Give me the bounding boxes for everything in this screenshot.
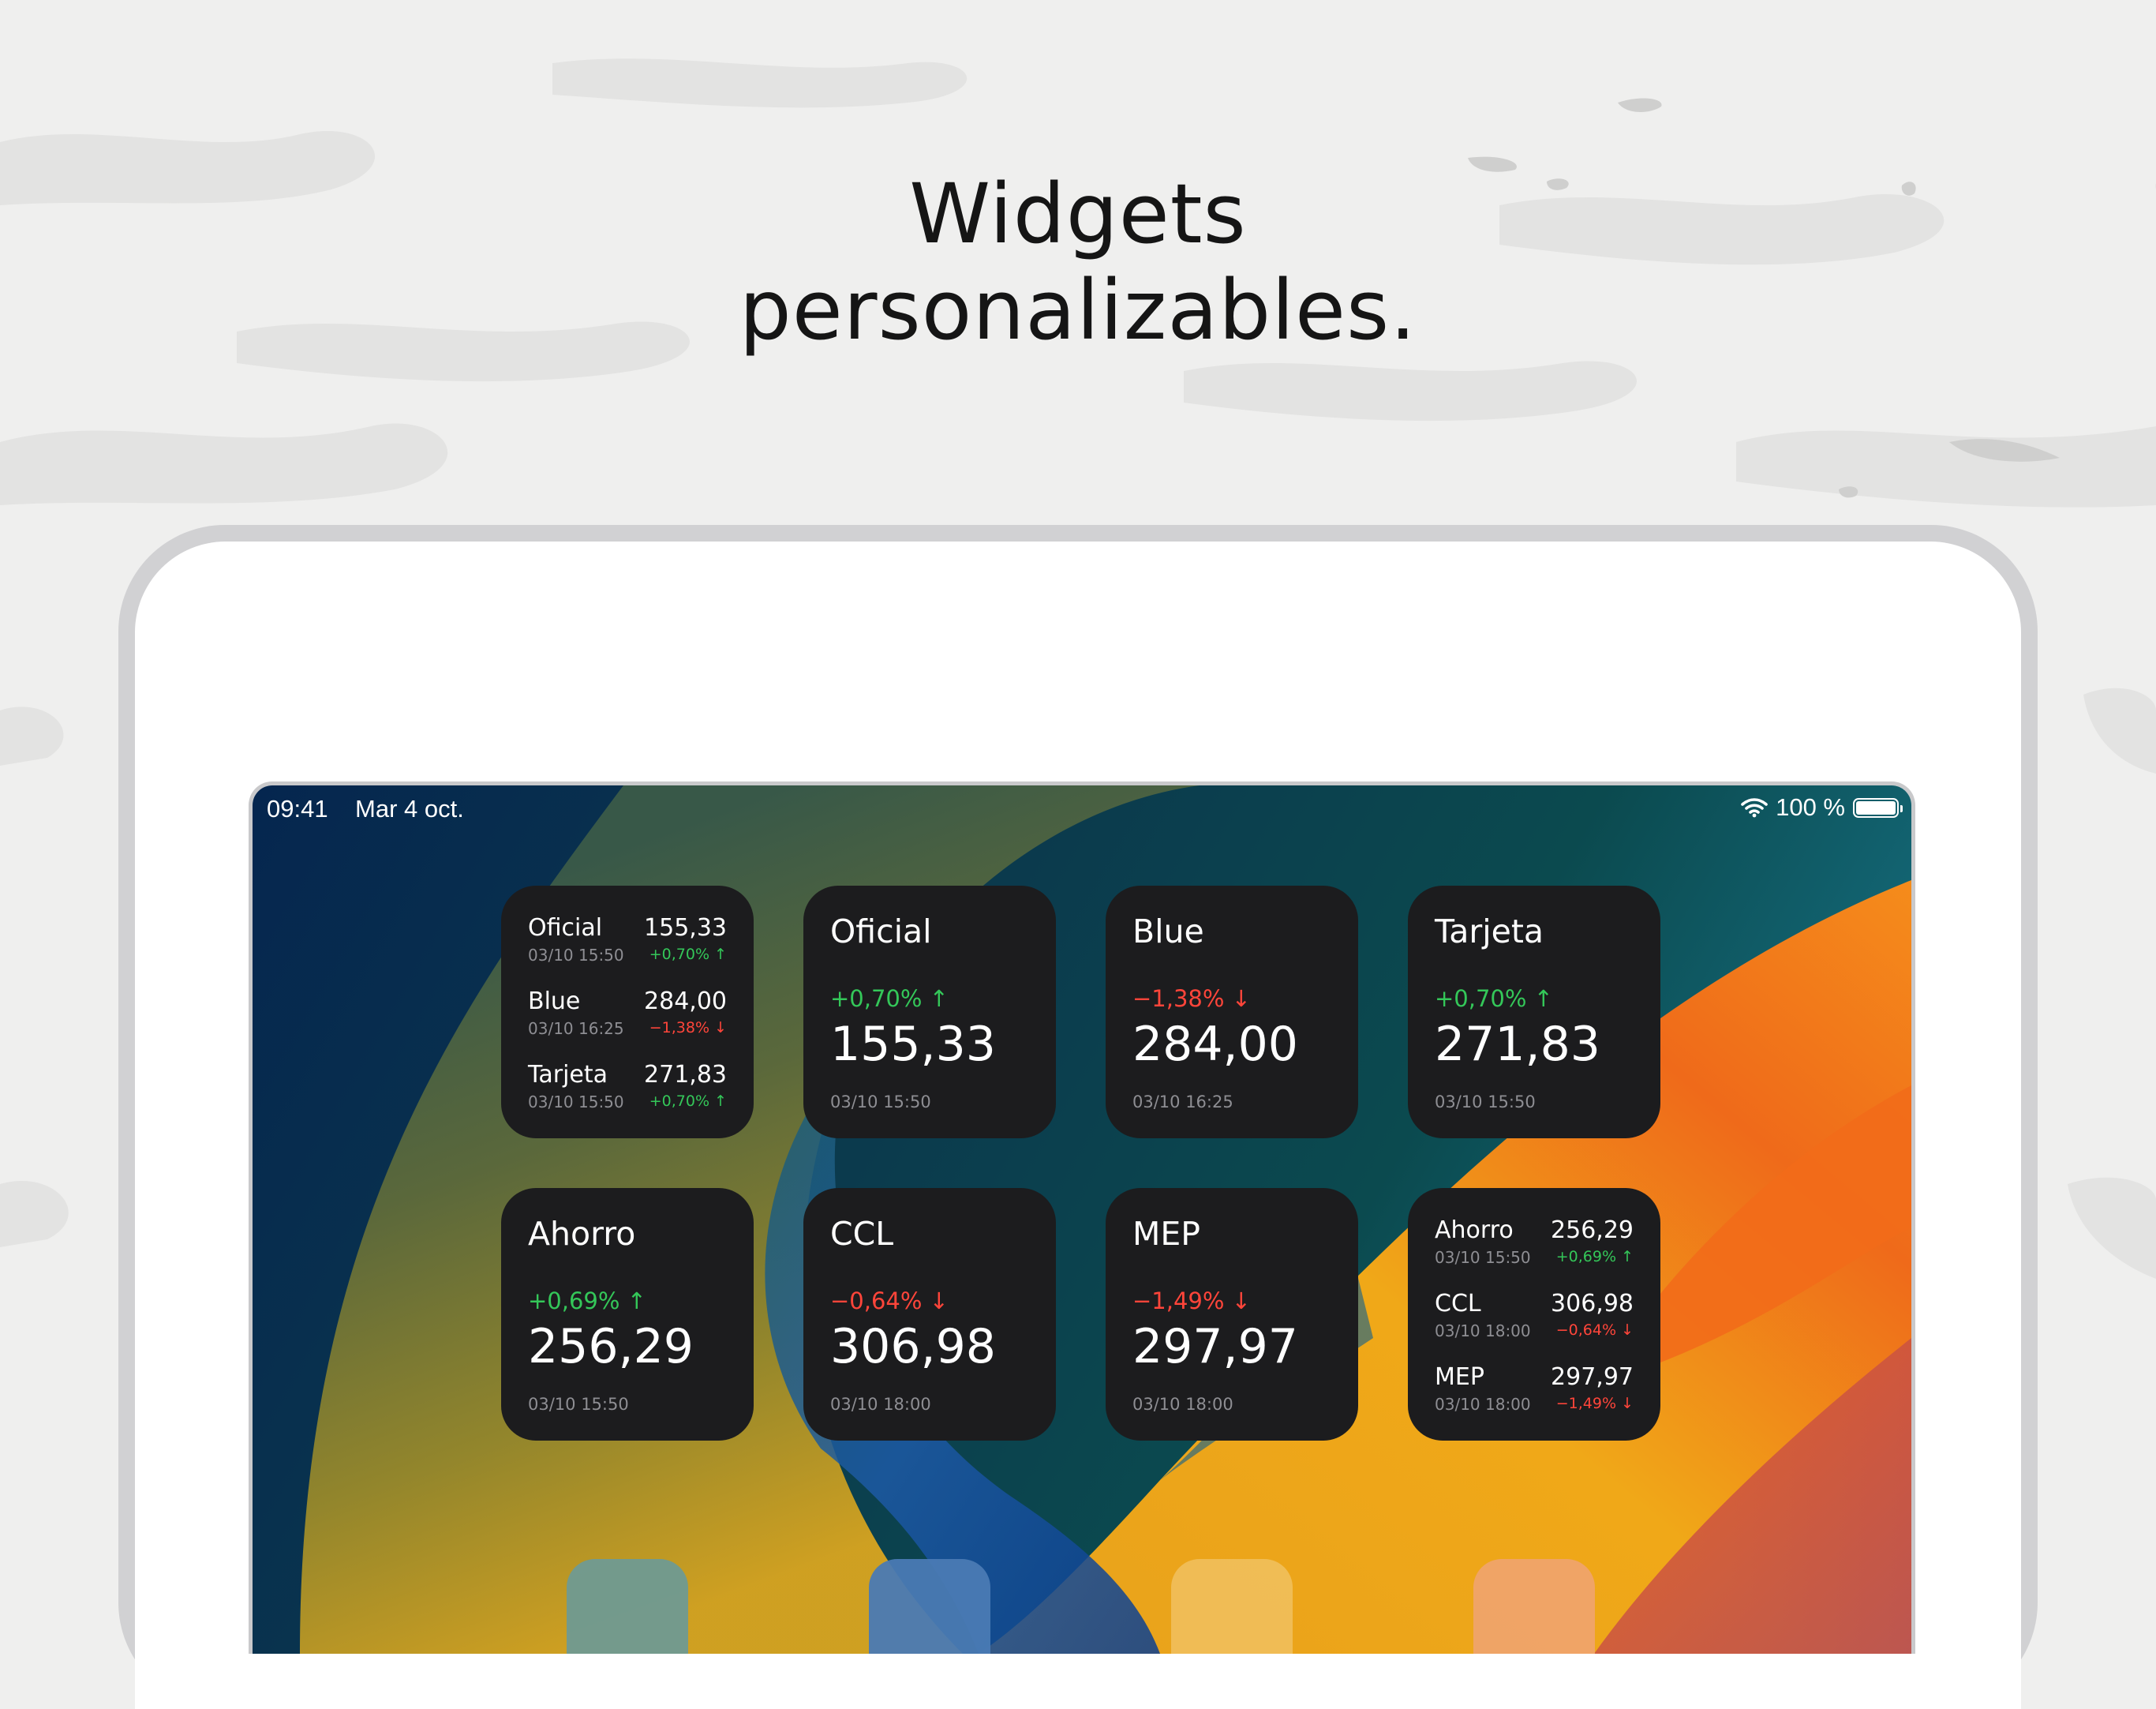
widget-blue[interactable]: Blue −1,38% ↓ 284,00 03/10 16:25 <box>1106 886 1358 1138</box>
widget-change: +0,69% ↑ <box>528 1287 646 1314</box>
list-row-value: 271,83 <box>644 1061 727 1089</box>
battery-icon <box>1853 797 1903 818</box>
list-row-time: 03/10 15:50 <box>1435 1248 1531 1267</box>
battery-percentage: 100 % <box>1776 793 1845 821</box>
list-row-name: Oficial <box>528 914 603 942</box>
list-row-change: −1,49% ↓ <box>1555 1395 1634 1412</box>
widget-change: +0,70% ↑ <box>830 985 949 1012</box>
headline: Widgets personalizables. <box>0 166 2156 358</box>
list-row-name: MEP <box>1435 1363 1484 1391</box>
widget-timestamp: 03/10 18:00 <box>830 1395 931 1414</box>
widget-value: 297,97 <box>1132 1319 1298 1374</box>
widget-oficial[interactable]: Oficial +0,70% ↑ 155,33 03/10 15:50 <box>803 886 1056 1138</box>
widget-list-ahorro-ccl-mep[interactable]: Ahorro 256,29 03/10 15:50 +0,69% ↑ CCL 3… <box>1408 1188 1660 1441</box>
list-row-name: CCL <box>1435 1290 1481 1317</box>
widget-value: 271,83 <box>1435 1017 1600 1072</box>
widget-title: Oficial <box>830 913 932 950</box>
dock-app-icon[interactable] <box>869 1559 990 1654</box>
dock-app-icon[interactable] <box>1171 1559 1293 1654</box>
headline-line-2: personalizables. <box>739 262 1417 358</box>
widget-change: −1,38% ↓ <box>1132 985 1251 1012</box>
widget-ahorro[interactable]: Ahorro +0,69% ↑ 256,29 03/10 15:50 <box>501 1188 754 1441</box>
headline-line-1: Widgets <box>909 166 1247 262</box>
list-row-time: 03/10 15:50 <box>528 946 624 965</box>
list-row-value: 306,98 <box>1551 1290 1634 1317</box>
list-row-change: +0,70% ↑ <box>649 1092 727 1110</box>
ipad-home-screen: 09:41 Mar 4 oct. 100 % Oficial 155,33 03… <box>249 781 1915 1654</box>
widget-value: 306,98 <box>830 1319 996 1374</box>
list-row-value: 256,29 <box>1551 1216 1634 1244</box>
widget-timestamp: 03/10 15:50 <box>528 1395 629 1414</box>
list-row-name: Blue <box>528 988 581 1015</box>
list-row-change: −0,64% ↓ <box>1555 1321 1634 1339</box>
list-row: Tarjeta 271,83 03/10 15:50 +0,70% ↑ <box>528 1061 727 1121</box>
widget-timestamp: 03/10 16:25 <box>1132 1092 1233 1111</box>
widget-mep[interactable]: MEP −1,49% ↓ 297,97 03/10 18:00 <box>1106 1188 1358 1441</box>
list-row: CCL 306,98 03/10 18:00 −0,64% ↓ <box>1435 1290 1634 1350</box>
status-date: Mar 4 oct. <box>355 795 464 823</box>
widget-title: MEP <box>1132 1215 1201 1253</box>
wifi-icon <box>1741 798 1768 818</box>
list-row-change: +0,69% ↑ <box>1555 1248 1634 1265</box>
dock-app-icon[interactable] <box>1473 1559 1595 1654</box>
status-bar: 09:41 Mar 4 oct. 100 % <box>253 785 1911 828</box>
widget-change: +0,70% ↑ <box>1435 985 1553 1012</box>
widget-timestamp: 03/10 15:50 <box>830 1092 931 1111</box>
list-row-time: 03/10 18:00 <box>1435 1395 1531 1414</box>
list-row-value: 297,97 <box>1551 1363 1634 1391</box>
widget-title: Tarjeta <box>1435 913 1544 950</box>
widget-value: 256,29 <box>528 1319 694 1374</box>
widget-value: 155,33 <box>830 1017 996 1072</box>
list-row-value: 284,00 <box>644 988 727 1015</box>
list-row-value: 155,33 <box>644 914 727 942</box>
widget-title: Ahorro <box>528 1215 636 1253</box>
list-row-time: 03/10 18:00 <box>1435 1321 1531 1340</box>
list-row: Ahorro 256,29 03/10 15:50 +0,69% ↑ <box>1435 1216 1634 1276</box>
list-row-change: −1,38% ↓ <box>649 1019 727 1036</box>
list-row: Oficial 155,33 03/10 15:50 +0,70% ↑ <box>528 914 727 974</box>
status-right-group: 100 % <box>1741 793 1903 822</box>
widget-value: 284,00 <box>1132 1017 1298 1072</box>
list-row: MEP 297,97 03/10 18:00 −1,49% ↓ <box>1435 1363 1634 1423</box>
widget-list-oficial-blue-tarjeta[interactable]: Oficial 155,33 03/10 15:50 +0,70% ↑ Blue… <box>501 886 754 1138</box>
widget-title: Blue <box>1132 913 1204 950</box>
list-row-name: Ahorro <box>1435 1216 1514 1244</box>
widget-change: −0,64% ↓ <box>830 1287 949 1314</box>
widget-timestamp: 03/10 15:50 <box>1435 1092 1536 1111</box>
widget-timestamp: 03/10 18:00 <box>1132 1395 1233 1414</box>
list-row: Blue 284,00 03/10 16:25 −1,38% ↓ <box>528 988 727 1048</box>
list-row-change: +0,70% ↑ <box>649 946 727 963</box>
widget-tarjeta[interactable]: Tarjeta +0,70% ↑ 271,83 03/10 15:50 <box>1408 886 1660 1138</box>
widget-title: CCL <box>830 1215 894 1253</box>
widget-ccl[interactable]: CCL −0,64% ↓ 306,98 03/10 18:00 <box>803 1188 1056 1441</box>
list-row-name: Tarjeta <box>528 1061 608 1089</box>
widget-change: −1,49% ↓ <box>1132 1287 1251 1314</box>
dock-app-icon[interactable] <box>567 1559 688 1654</box>
list-row-time: 03/10 15:50 <box>528 1092 624 1111</box>
status-time: 09:41 <box>267 795 328 823</box>
list-row-time: 03/10 16:25 <box>528 1019 624 1038</box>
